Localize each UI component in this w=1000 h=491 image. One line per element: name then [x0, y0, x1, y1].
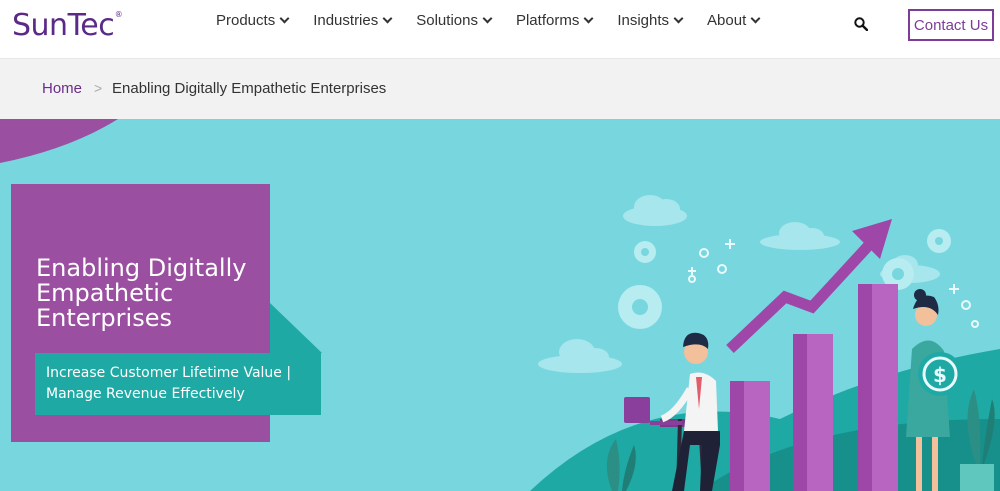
breadcrumb-current: Enabling Digitally Empathetic Enterprise… — [112, 80, 387, 97]
main-nav: Products Industries Solutions Platforms … — [216, 12, 784, 29]
chevron-down-icon — [482, 13, 493, 24]
hero-title: Enabling Digitally Empathetic Enterprise… — [36, 254, 247, 332]
site-header: SunTec ® Products Industries Solutions Pl… — [0, 0, 1000, 59]
chevron-down-icon — [279, 13, 290, 24]
logo-text: SunTec — [12, 8, 115, 43]
nav-platforms[interactable]: Platforms — [515, 12, 594, 29]
search-icon[interactable] — [854, 17, 868, 31]
breadcrumb-separator: > — [94, 80, 103, 96]
hero-banner: $ Enabling Digitally Empathetic Enterpri… — [0, 119, 1000, 491]
card-fold-shape — [270, 303, 322, 353]
nav-industries[interactable]: Industries — [313, 12, 393, 29]
nav-products[interactable]: Products — [216, 12, 290, 29]
hero-subtitle-line-2: Manage Revenue Effectively — [46, 386, 245, 402]
nav-industries-label: Industries — [313, 12, 379, 29]
breadcrumb: Home > Enabling Digitally Empathetic Ent… — [0, 59, 1000, 119]
chevron-down-icon — [583, 13, 594, 24]
nav-about-label: About — [707, 12, 747, 29]
nav-platforms-label: Platforms — [515, 12, 580, 29]
registered-mark: ® — [114, 10, 123, 19]
nav-about[interactable]: About — [707, 12, 761, 29]
suntec-logo[interactable]: SunTec ® — [12, 8, 123, 43]
nav-products-label: Products — [216, 12, 276, 29]
chevron-down-icon — [673, 13, 684, 24]
chevron-down-icon — [382, 13, 393, 24]
nav-insights[interactable]: Insights — [617, 12, 684, 29]
hero-subtitle-line-1: Increase Customer Lifetime Value | — [46, 365, 292, 381]
svg-text:$: $ — [933, 363, 947, 387]
hero-subtitle-box: Increase Customer Lifetime Value | Manag… — [35, 353, 321, 415]
nav-insights-label: Insights — [617, 12, 670, 29]
nav-solutions[interactable]: Solutions — [416, 12, 493, 29]
nav-solutions-label: Solutions — [416, 12, 478, 29]
contact-us-button[interactable]: Contact Us — [908, 9, 994, 41]
breadcrumb-home-link[interactable]: Home — [42, 80, 82, 97]
chevron-down-icon — [750, 13, 761, 24]
